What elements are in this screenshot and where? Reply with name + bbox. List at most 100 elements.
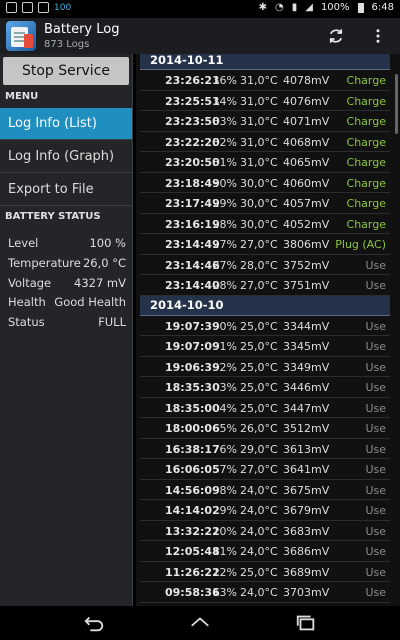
log-status: Charge [346, 94, 386, 108]
log-level: 30% [212, 176, 237, 190]
refresh-button[interactable] [324, 24, 348, 48]
log-time: 16:06:05 [165, 463, 220, 476]
log-time: 23:14:40 [165, 279, 220, 292]
log-row[interactable]: 23:20:50 31% 31,0°C 4065mV Charge [140, 152, 390, 173]
gallery-icon [6, 2, 17, 13]
signal-icon: ◢ [305, 2, 313, 13]
log-scroll-content[interactable]: 2014-10-11 23:26:21 36% 31,0°C 4078mV Charge 2… [140, 54, 390, 603]
log-row[interactable]: 23:25:51 34% 31,0°C 4076mV Charge [140, 91, 390, 111]
log-level: 11% [212, 545, 237, 558]
log-level: 4% [219, 401, 237, 415]
app-icon[interactable] [6, 21, 36, 51]
log-row[interactable]: 23:14:49 27% 27,0°C 3806mV Plug (AC) [140, 234, 390, 255]
log-row[interactable]: 23:16:19 28% 30,0°C 4052mV Charge [140, 214, 390, 234]
menu-item-export[interactable]: Export to File [0, 174, 132, 206]
log-time: 19:06:39 [165, 360, 220, 374]
log-temperature: 30,0°C [240, 197, 278, 210]
log-row[interactable]: 14:14:02 9% 24,0°C 3679mV Use [140, 500, 390, 521]
log-voltage: 3675mV [283, 483, 330, 497]
log-row[interactable]: 23:23:50 33% 31,0°C 4071mV Charge [140, 111, 390, 132]
log-row[interactable]: 19:07:09 1% 25,0°C 3345mV Use [140, 336, 390, 357]
log-time: 14:14:02 [165, 504, 220, 517]
log-level: 2% [219, 360, 237, 374]
log-level: 36% [212, 74, 237, 87]
log-status: Use [365, 319, 386, 333]
log-status: Use [365, 401, 386, 415]
log-level: 29% [212, 197, 237, 210]
log-row[interactable]: 16:38:17 6% 29,0°C 3613mV Use [140, 439, 390, 459]
log-level: 34% [212, 94, 237, 108]
log-status: Use [365, 340, 386, 353]
menu-item-log-list[interactable]: Log Info (List) [0, 108, 132, 140]
log-status: Use [365, 463, 386, 476]
log-row[interactable]: 23:26:21 36% 31,0°C 4078mV Charge [140, 70, 390, 91]
home-button[interactable] [188, 612, 212, 634]
log-time: 23:14:46 [165, 258, 220, 272]
log-temperature: 31,0°C [240, 156, 278, 169]
log-time: 23:25:51 [165, 94, 220, 108]
log-row[interactable]: 19:06:39 2% 25,0°C 3349mV Use [140, 357, 390, 377]
log-voltage: 3806mV [283, 238, 330, 251]
log-row[interactable]: 23:14:46 27% 28,0°C 3752mV Use [140, 255, 390, 275]
notification-count: 100 [54, 2, 72, 13]
log-voltage: 4060mV [283, 176, 330, 190]
scrollbar[interactable] [395, 74, 398, 134]
back-button[interactable] [82, 612, 106, 634]
menu-item-log-graph[interactable]: Log Info (Graph) [0, 141, 132, 173]
log-temperature: 24,0°C [240, 483, 278, 497]
log-voltage: 4078mV [283, 74, 330, 87]
log-level: 13% [212, 586, 237, 599]
log-row[interactable]: 18:35:30 3% 25,0°C 3446mV Use [140, 377, 390, 398]
log-time: 18:35:00 [165, 401, 220, 415]
log-status: Use [365, 565, 386, 579]
log-status: Use [365, 279, 386, 292]
log-voltage: 4068mV [283, 135, 330, 149]
status-bar: 100 ✱ ◔ ▮ ◢ 100% 6:48 [0, 0, 400, 18]
status-temperature: Temperature 26,0 °C [8, 256, 126, 270]
log-row[interactable]: 19:07:39 0% 25,0°C 3344mV Use [140, 316, 390, 336]
log-row[interactable]: 23:22:20 32% 31,0°C 4068mV Charge [140, 132, 390, 152]
log-list[interactable]: 2014-10-11 23:26:21 36% 31,0°C 4078mV Charge 2… [136, 54, 400, 606]
log-time: 23:20:50 [165, 156, 220, 169]
log-time: 18:00:06 [165, 422, 220, 435]
log-status: Use [365, 524, 386, 538]
log-status: Charge [346, 176, 386, 190]
battery-icon [357, 2, 364, 13]
log-voltage: 3689mV [283, 565, 330, 579]
log-row[interactable]: 18:00:06 5% 26,0°C 3512mV Use [140, 418, 390, 439]
log-voltage: 4076mV [283, 94, 330, 108]
log-level: 28% [212, 217, 237, 231]
status-health: Health Good Health [8, 295, 126, 309]
stop-service-button[interactable]: Stop Service [3, 57, 129, 85]
log-row[interactable]: 23:17:49 29% 30,0°C 4057mV Charge [140, 193, 390, 214]
refresh-icon [329, 29, 343, 43]
log-row[interactable]: 13:32:22 10% 24,0°C 3683mV Use [140, 521, 390, 541]
log-level: 12% [212, 565, 237, 579]
log-voltage: 3752mV [283, 258, 330, 272]
log-row[interactable]: 23:14:40 28% 27,0°C 3751mV Use [140, 275, 390, 296]
log-status: Use [365, 442, 386, 456]
log-count: 873 Logs [44, 39, 90, 50]
log-row[interactable]: 11:26:22 12% 25,0°C 3689mV Use [140, 562, 390, 582]
log-temperature: 25,0°C [240, 340, 278, 353]
log-level: 9% [219, 504, 237, 517]
log-voltage: 3512mV [283, 422, 330, 435]
log-status: Charge [346, 156, 386, 169]
action-bar: Battery Log 873 Logs [0, 18, 400, 54]
log-row[interactable]: 18:35:00 4% 25,0°C 3447mV Use [140, 398, 390, 418]
log-row[interactable]: 23:18:49 30% 30,0°C 4060mV Charge [140, 173, 390, 193]
log-row[interactable]: 09:58:36 13% 24,0°C 3703mV Use [140, 582, 390, 603]
log-status: Charge [346, 217, 386, 231]
log-level: 27% [212, 258, 237, 272]
menu-header: MENU [5, 91, 39, 102]
overflow-menu-button[interactable] [366, 24, 390, 48]
log-temperature: 25,0°C [240, 381, 278, 394]
log-time: 19:07:39 [165, 319, 220, 333]
system-icons: ✱ ◔ ▮ ◢ 100% 6:48 [259, 2, 394, 13]
status-level: Level 100 % [8, 236, 126, 250]
recent-apps-button[interactable] [294, 612, 318, 634]
log-row[interactable]: 16:06:05 7% 27,0°C 3641mV Use [140, 459, 390, 480]
log-status: Use [365, 381, 386, 394]
log-row[interactable]: 12:05:48 11% 24,0°C 3686mV Use [140, 541, 390, 562]
log-row[interactable]: 14:56:09 8% 24,0°C 3675mV Use [140, 480, 390, 500]
